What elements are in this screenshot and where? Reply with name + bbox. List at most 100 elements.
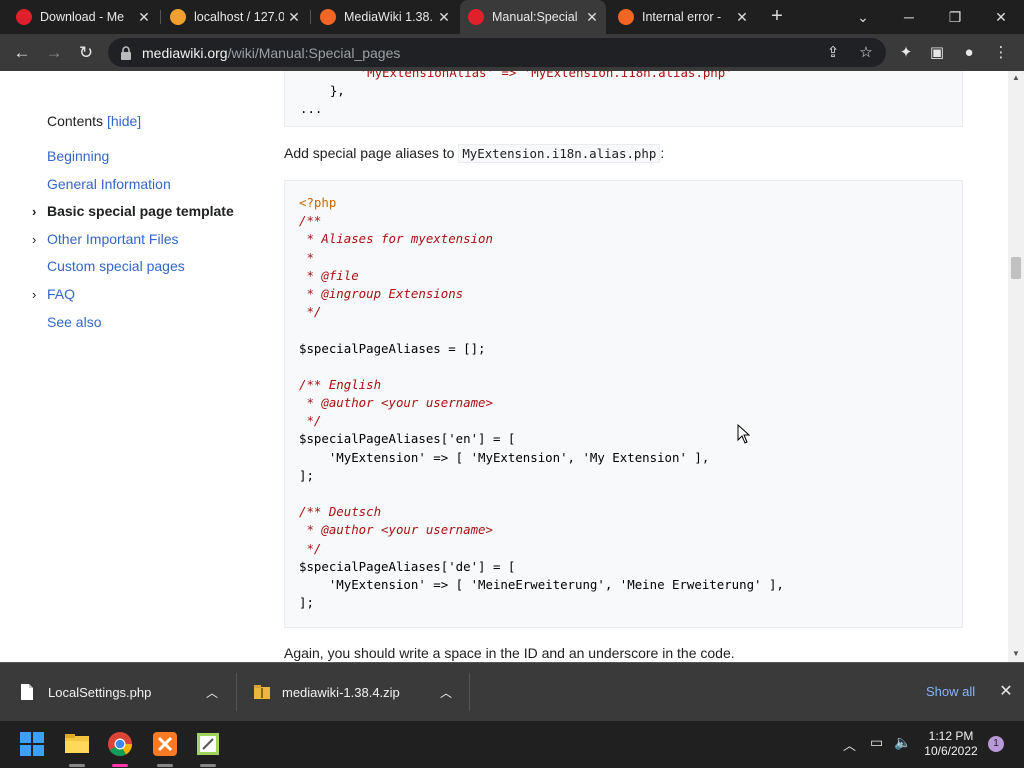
volume-icon[interactable]: 🔈 xyxy=(894,734,911,781)
scrollbar-thumb[interactable] xyxy=(1011,257,1021,279)
extensions-puzzle-icon[interactable]: ✦ xyxy=(895,42,917,64)
close-tab-icon[interactable]: ✕ xyxy=(284,9,304,26)
code-line: 'MyExtensionAlias' => 'MyExtension.i18n.… xyxy=(300,71,733,80)
toc-item-label: FAQ xyxy=(47,285,76,302)
url-text[interactable]: mediawiki.org/wiki/Manual:Special_pages xyxy=(142,45,400,61)
code-line: $specialPageAliases['de'] = [ xyxy=(299,558,516,574)
mouse-cursor-icon xyxy=(737,424,751,444)
tab-title: MediaWiki 1.38. xyxy=(344,10,433,24)
show-all-downloads-link[interactable]: Show all xyxy=(926,684,975,699)
menu-kebab-icon[interactable]: ⋮ xyxy=(990,42,1012,64)
notepad-plus-plus-icon[interactable] xyxy=(195,731,221,757)
page-scrollbar[interactable]: ▲ ▼ xyxy=(1008,71,1024,662)
toc-hide-link[interactable]: [hide] xyxy=(107,113,141,129)
tab-search-chevron-icon[interactable]: ⌄ xyxy=(840,0,886,34)
clock-time: 1:12 PM xyxy=(928,729,974,743)
url-host: mediawiki.org xyxy=(142,44,228,61)
close-tab-icon[interactable]: ✕ xyxy=(732,9,752,26)
code-line: /** English xyxy=(299,376,382,392)
browser-toolbar: ← → ↻ mediawiki.org/wiki/Manual:Special_… xyxy=(0,34,1024,71)
toc-header: Contents [hide] xyxy=(47,113,234,129)
download-chevron-up-icon[interactable]: ︿ xyxy=(440,684,452,701)
system-clock[interactable]: 1:12 PM 10/6/2022 xyxy=(918,729,984,759)
bookmark-star-icon[interactable]: ☆ xyxy=(855,42,877,64)
tab-title: localhost / 127.0 xyxy=(194,10,284,24)
toc-item-beginning[interactable]: Beginning xyxy=(47,143,234,171)
url-path: /wiki/Manual:Special_pages xyxy=(227,44,401,61)
new-tab-button[interactable]: + xyxy=(766,5,788,27)
chevron-right-icon[interactable]: › xyxy=(32,226,36,254)
xampp-icon[interactable] xyxy=(152,731,178,757)
code-line: * @author <your username> xyxy=(299,522,493,538)
forward-button[interactable]: → xyxy=(41,40,67,66)
address-bar[interactable]: mediawiki.org/wiki/Manual:Special_pages xyxy=(108,38,886,67)
browser-tab[interactable]: Download - Me ✕ xyxy=(8,0,158,34)
toc-item-other-important-files[interactable]: › Other Important Files xyxy=(32,226,234,254)
toc-item-faq[interactable]: › FAQ xyxy=(32,281,234,309)
download-item[interactable]: mediawiki-1.38.4.zip ︿ xyxy=(254,663,464,721)
clock-date: 10/6/2022 xyxy=(924,744,978,758)
lock-icon[interactable] xyxy=(120,45,132,60)
table-of-contents: Contents [hide] Beginning General Inform… xyxy=(32,113,234,336)
back-button[interactable]: ← xyxy=(9,40,35,66)
downloads-bar: LocalSettings.php ︿ mediawiki-1.38.4.zip… xyxy=(0,662,1024,721)
code-line: ]; xyxy=(299,595,314,611)
download-item[interactable]: LocalSettings.php ︿ xyxy=(20,663,230,721)
toc-item-see-also[interactable]: See also xyxy=(47,309,234,337)
chevron-right-icon[interactable]: › xyxy=(32,281,36,309)
minimize-button[interactable]: ─ xyxy=(886,0,932,34)
opera-icon xyxy=(468,9,484,25)
browser-tab-active[interactable]: Manual:Special ✕ xyxy=(460,0,606,34)
download-filename: LocalSettings.php xyxy=(48,684,152,700)
chrome-icon[interactable] xyxy=(107,731,133,757)
page-content: 'MyExtensionAlias' => 'MyExtension.i18n.… xyxy=(0,71,1008,662)
restore-button[interactable]: ❐ xyxy=(932,0,978,34)
scroll-down-arrow-icon[interactable]: ▼ xyxy=(1008,649,1024,658)
close-tab-icon[interactable]: ✕ xyxy=(582,9,602,26)
code-line: * @ingroup Extensions xyxy=(299,285,464,301)
close-tab-icon[interactable]: ✕ xyxy=(134,9,154,26)
windows-start-icon[interactable] xyxy=(20,732,44,756)
scroll-up-arrow-icon[interactable]: ▲ xyxy=(1008,73,1024,82)
file-explorer-icon[interactable] xyxy=(64,731,90,757)
close-window-button[interactable]: ✕ xyxy=(978,0,1024,34)
code-line: 'MyExtension' => [ 'MyExtension', 'My Ex… xyxy=(299,449,710,465)
side-panel-icon[interactable]: ▣ xyxy=(926,42,948,64)
toc-item-general-information[interactable]: General Information xyxy=(47,171,234,199)
close-tab-icon[interactable]: ✕ xyxy=(434,9,454,26)
code-line: 'MyExtension' => [ 'MeineErweiterung', '… xyxy=(299,576,784,592)
code-line: /** Deutsch xyxy=(299,504,382,520)
toc-item-label: General Information xyxy=(47,175,171,192)
notification-badge[interactable]: 1 xyxy=(988,736,1004,752)
download-filename: mediawiki-1.38.4.zip xyxy=(282,684,400,700)
toc-item-label: Other Important Files xyxy=(47,230,179,247)
xampp-icon xyxy=(320,9,336,25)
tab-title: Internal error - xyxy=(642,10,722,24)
reload-button[interactable]: ↻ xyxy=(73,40,99,66)
network-icon[interactable]: ▭ xyxy=(870,734,883,781)
tray-chevron-up-icon[interactable]: ︿ xyxy=(843,735,856,782)
tab-title: Download - Me xyxy=(40,10,125,24)
profile-avatar-icon[interactable]: ● xyxy=(958,42,980,64)
zip-folder-icon xyxy=(254,685,270,699)
code-block-partial: 'MyExtensionAlias' => 'MyExtension.i18n.… xyxy=(284,71,963,127)
toc-title: Contents xyxy=(47,113,104,129)
browser-tab[interactable]: MediaWiki 1.38. ✕ xyxy=(312,0,458,34)
chevron-right-icon[interactable]: › xyxy=(32,198,36,226)
download-chevron-up-icon[interactable]: ︿ xyxy=(206,684,218,701)
windows-taskbar: ︿ ▭ 🔈 1:12 PM 10/6/2022 xyxy=(0,721,1024,768)
tab-title: Manual:Special xyxy=(492,10,578,24)
browser-tab[interactable]: localhost / 127.0 ✕ xyxy=(162,0,308,34)
toc-item-custom-special-pages[interactable]: Custom special pages xyxy=(47,253,234,281)
close-downloads-bar-icon[interactable]: ✕ xyxy=(997,681,1015,701)
share-icon[interactable]: ⇪ xyxy=(822,42,844,64)
code-line: /** xyxy=(299,213,322,229)
toc-item-basic-special-page-template[interactable]: › Basic special page template xyxy=(32,198,234,226)
xampp-icon xyxy=(618,9,634,25)
code-line: * Aliases for myextension xyxy=(299,231,493,247)
toc-item-label: See also xyxy=(47,313,102,330)
code-line: ]; xyxy=(299,467,314,483)
browser-tab[interactable]: Internal error - ✕ xyxy=(610,0,756,34)
file-icon xyxy=(21,684,33,700)
